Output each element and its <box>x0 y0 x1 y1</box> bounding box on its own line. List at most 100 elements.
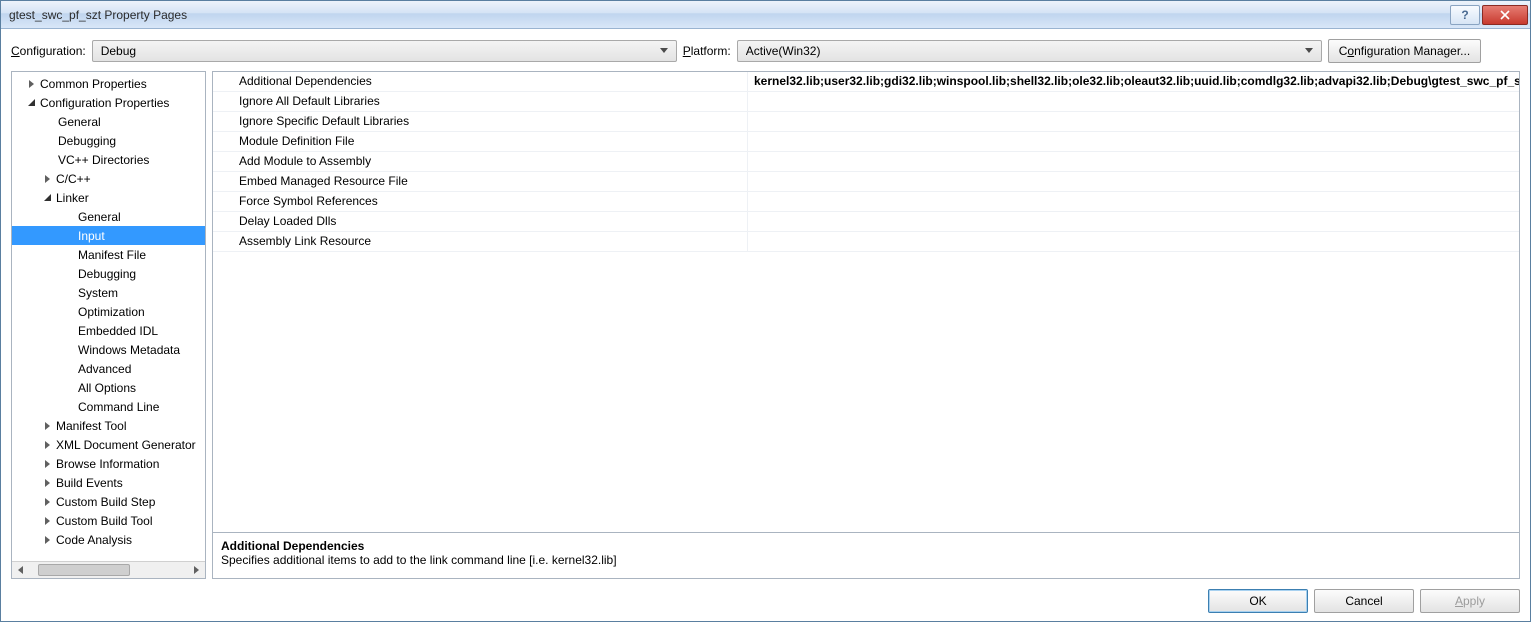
scroll-thumb[interactable] <box>38 564 130 576</box>
tree-item-label: Configuration Properties <box>40 96 169 110</box>
expand-closed-icon[interactable] <box>42 173 54 185</box>
tree-item-label: Input <box>78 229 105 243</box>
tree-item-windows-metadata[interactable]: Windows Metadata <box>12 340 205 359</box>
tree-item-debugging[interactable]: Debugging <box>12 131 205 150</box>
grid-label: Additional Dependencies <box>213 72 748 91</box>
tree-item-label: Build Events <box>56 476 123 490</box>
tree-item-vc-directories[interactable]: VC++ Directories <box>12 150 205 169</box>
tree-item-label: XML Document Generator <box>56 438 196 452</box>
tree-item-label: Windows Metadata <box>78 343 180 357</box>
window-title: gtest_swc_pf_szt Property Pages <box>9 8 1450 22</box>
tree-item-label: Embedded IDL <box>78 324 158 338</box>
tree-pane: Common Properties Configuration Propertie… <box>11 71 206 579</box>
tree-item-command-line[interactable]: Command Line <box>12 397 205 416</box>
grid-label: Ignore Specific Default Libraries <box>213 112 748 131</box>
grid-value[interactable] <box>748 192 1519 211</box>
expand-open-icon[interactable] <box>42 192 54 204</box>
configuration-combo[interactable]: Debug <box>92 40 677 62</box>
property-grid[interactable]: Additional Dependencieskernel32.lib;user… <box>212 71 1520 533</box>
expand-closed-icon[interactable] <box>42 496 54 508</box>
tree-item-configuration-properties[interactable]: Configuration Properties <box>12 93 205 112</box>
cancel-button[interactable]: Cancel <box>1314 589 1414 613</box>
scroll-left-icon[interactable] <box>12 563 28 577</box>
tree-item-c-c-[interactable]: C/C++ <box>12 169 205 188</box>
tree-item-common-properties[interactable]: Common Properties <box>12 74 205 93</box>
grid-value[interactable] <box>748 212 1519 231</box>
grid-row[interactable]: Additional Dependencieskernel32.lib;user… <box>213 72 1519 92</box>
grid-row[interactable]: Force Symbol References <box>213 192 1519 212</box>
tree-item-custom-build-tool[interactable]: Custom Build Tool <box>12 511 205 530</box>
grid-value[interactable] <box>748 172 1519 191</box>
tree-item-label: Manifest File <box>78 248 146 262</box>
tree-item-all-options[interactable]: All Options <box>12 378 205 397</box>
grid-value[interactable]: kernel32.lib;user32.lib;gdi32.lib;winspo… <box>748 72 1519 91</box>
platform-combo[interactable]: Active(Win32) <box>737 40 1322 62</box>
grid-value[interactable] <box>748 132 1519 151</box>
tree-item-custom-build-step[interactable]: Custom Build Step <box>12 492 205 511</box>
tree-item-build-events[interactable]: Build Events <box>12 473 205 492</box>
tree-item-input[interactable]: Input <box>12 226 205 245</box>
grid-row[interactable]: Add Module to Assembly <box>213 152 1519 172</box>
help-button[interactable]: ? <box>1450 5 1480 25</box>
bottom-buttons: OK Cancel Apply <box>11 579 1520 613</box>
tree-item-label: Code Analysis <box>56 533 132 547</box>
expand-closed-icon[interactable] <box>42 439 54 451</box>
property-pages-window: gtest_swc_pf_szt Property Pages ? Config… <box>0 0 1531 622</box>
tree-item-label: Optimization <box>78 305 145 319</box>
main-split: Common Properties Configuration Propertie… <box>11 71 1520 579</box>
scroll-right-icon[interactable] <box>189 563 205 577</box>
grid-label: Add Module to Assembly <box>213 152 748 171</box>
tree-item-general[interactable]: General <box>12 207 205 226</box>
grid-row[interactable]: Delay Loaded Dlls <box>213 212 1519 232</box>
tree-item-label: System <box>78 286 118 300</box>
grid-row[interactable]: Ignore Specific Default Libraries <box>213 112 1519 132</box>
tree-horizontal-scrollbar[interactable] <box>12 561 205 578</box>
chevron-down-icon <box>656 48 672 54</box>
expand-closed-icon[interactable] <box>42 420 54 432</box>
close-button[interactable] <box>1482 5 1528 25</box>
tree[interactable]: Common Properties Configuration Propertie… <box>12 72 205 561</box>
tree-item-code-analysis[interactable]: Code Analysis <box>12 530 205 549</box>
grid-label: Delay Loaded Dlls <box>213 212 748 231</box>
configuration-manager-button[interactable]: Configuration Manager... <box>1328 39 1481 63</box>
grid-value[interactable] <box>748 232 1519 251</box>
tree-item-advanced[interactable]: Advanced <box>12 359 205 378</box>
tree-item-xml-document-generator[interactable]: XML Document Generator <box>12 435 205 454</box>
tree-item-label: Debugging <box>58 134 116 148</box>
grid-row[interactable]: Module Definition File <box>213 132 1519 152</box>
tree-item-browse-information[interactable]: Browse Information <box>12 454 205 473</box>
configuration-label: Configuration: <box>11 44 86 58</box>
platform-label: Platform: <box>683 44 731 58</box>
grid-value[interactable] <box>748 152 1519 171</box>
tree-item-label: Browse Information <box>56 457 159 471</box>
expand-closed-icon[interactable] <box>42 458 54 470</box>
tree-item-debugging[interactable]: Debugging <box>12 264 205 283</box>
top-row: Configuration: Debug Platform: Active(Wi… <box>11 39 1520 63</box>
expand-closed-icon[interactable] <box>42 515 54 527</box>
expand-open-icon[interactable] <box>26 97 38 109</box>
apply-button[interactable]: Apply <box>1420 589 1520 613</box>
titlebar: gtest_swc_pf_szt Property Pages ? <box>1 1 1530 29</box>
tree-item-optimization[interactable]: Optimization <box>12 302 205 321</box>
grid-value[interactable] <box>748 92 1519 111</box>
tree-item-general[interactable]: General <box>12 112 205 131</box>
expand-closed-icon[interactable] <box>42 534 54 546</box>
tree-item-manifest-file[interactable]: Manifest File <box>12 245 205 264</box>
tree-item-linker[interactable]: Linker <box>12 188 205 207</box>
ok-button[interactable]: OK <box>1208 589 1308 613</box>
description-text: Specifies additional items to add to the… <box>221 553 1511 567</box>
grid-row[interactable]: Ignore All Default Libraries <box>213 92 1519 112</box>
right-pane: Additional Dependencieskernel32.lib;user… <box>212 71 1520 579</box>
tree-item-label: Custom Build Step <box>56 495 155 509</box>
expand-closed-icon[interactable] <box>42 477 54 489</box>
grid-row[interactable]: Embed Managed Resource File <box>213 172 1519 192</box>
tree-item-system[interactable]: System <box>12 283 205 302</box>
window-buttons: ? <box>1450 5 1528 25</box>
expand-closed-icon[interactable] <box>26 78 38 90</box>
tree-item-embedded-idl[interactable]: Embedded IDL <box>12 321 205 340</box>
grid-value[interactable] <box>748 112 1519 131</box>
tree-item-manifest-tool[interactable]: Manifest Tool <box>12 416 205 435</box>
grid-row[interactable]: Assembly Link Resource <box>213 232 1519 252</box>
tree-item-label: Manifest Tool <box>56 419 126 433</box>
tree-item-label: General <box>58 115 101 129</box>
